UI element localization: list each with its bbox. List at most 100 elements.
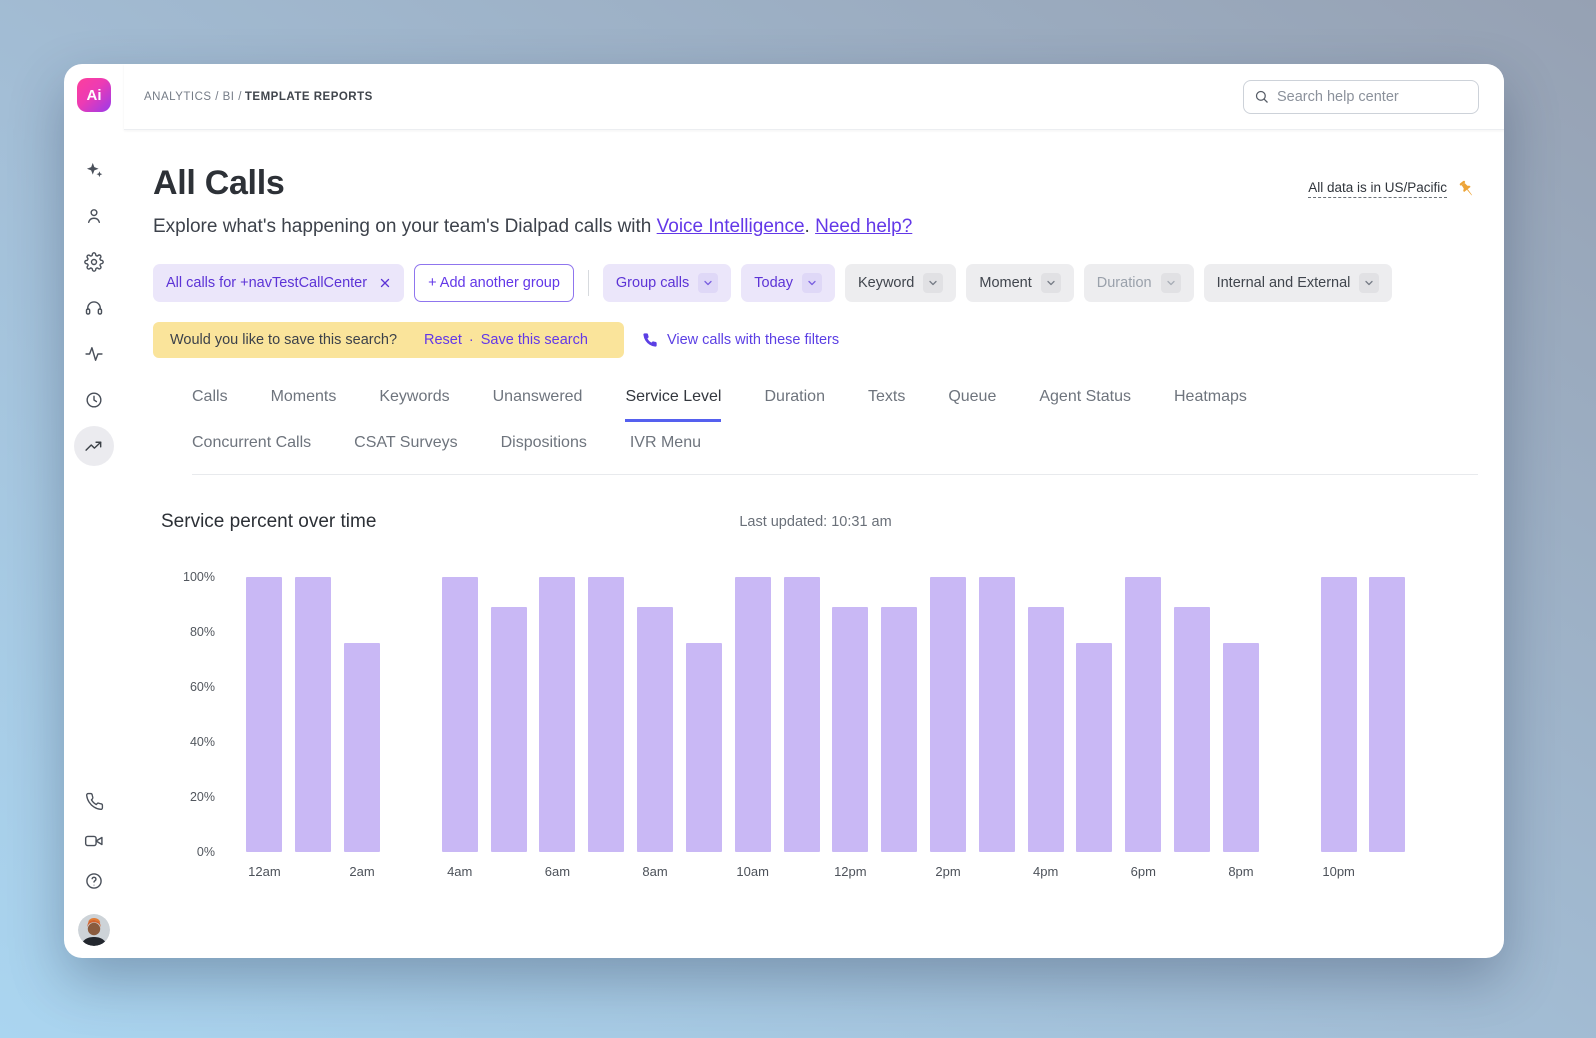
x-axis-label bbox=[875, 864, 924, 879]
chart-last-updated: Last updated: 10:31 am bbox=[739, 514, 891, 530]
bar-2am bbox=[344, 643, 380, 852]
sidebar-item-history[interactable] bbox=[74, 380, 114, 420]
tab-heatmaps[interactable]: Heatmaps bbox=[1174, 388, 1247, 422]
filter-dropdown-moment[interactable]: Moment bbox=[966, 264, 1073, 302]
links-separator: · bbox=[469, 332, 474, 348]
bar-7pm bbox=[1174, 607, 1210, 852]
x-axis-label: 6am bbox=[533, 864, 582, 879]
sidebar-item-meetings[interactable] bbox=[74, 822, 114, 860]
service-level-section: Service percent over time Last updated: … bbox=[153, 511, 1478, 879]
bar-slot bbox=[1168, 577, 1217, 852]
save-search-row: Would you like to save this search? Rese… bbox=[153, 322, 1478, 358]
save-search-banner: Would you like to save this search? Rese… bbox=[153, 322, 624, 358]
filter-dropdown-label: Today bbox=[754, 275, 793, 291]
sidebar-item-settings[interactable] bbox=[74, 242, 114, 282]
bar-slot bbox=[875, 577, 924, 852]
activity-icon bbox=[84, 344, 104, 364]
tab-ivr-menu[interactable]: IVR Menu bbox=[630, 434, 701, 458]
search-input[interactable] bbox=[1277, 89, 1468, 105]
sidebar-item-contacts[interactable] bbox=[74, 196, 114, 236]
x-axis-label: 2pm bbox=[924, 864, 973, 879]
report-tabs: Calls Moments Keywords Unanswered Service Le… bbox=[153, 388, 1478, 475]
sidebar-item-analytics[interactable] bbox=[74, 426, 114, 466]
voice-intelligence-link[interactable]: Voice Intelligence bbox=[657, 216, 805, 237]
filter-dropdown-duration[interactable]: Duration bbox=[1084, 264, 1194, 302]
save-prompt-text: Would you like to save this search? bbox=[170, 332, 397, 348]
bar-9am bbox=[686, 643, 722, 852]
tab-dispositions[interactable]: Dispositions bbox=[501, 434, 587, 458]
x-axis-label bbox=[1265, 864, 1314, 879]
top-bar: ANALYTICS / BI /TEMPLATE REPORTS bbox=[124, 64, 1504, 130]
bar-slot bbox=[631, 577, 680, 852]
help-search-box[interactable] bbox=[1243, 80, 1479, 114]
phone-icon bbox=[85, 792, 104, 811]
bar-8pm bbox=[1223, 643, 1259, 852]
save-search-link[interactable]: Save this search bbox=[481, 332, 588, 348]
tab-keywords[interactable]: Keywords bbox=[379, 388, 449, 422]
filter-dropdown-keyword[interactable]: Keyword bbox=[845, 264, 956, 302]
tab-unanswered[interactable]: Unanswered bbox=[493, 388, 583, 422]
tab-csat-surveys[interactable]: CSAT Surveys bbox=[354, 434, 457, 458]
selected-group-chip[interactable]: All calls for +navTestCallCenter bbox=[153, 264, 404, 302]
filter-dropdown-internal-and-external[interactable]: Internal and External bbox=[1204, 264, 1393, 302]
bar-slot bbox=[679, 577, 728, 852]
sidebar-item-call-center[interactable] bbox=[74, 288, 114, 328]
tab-agent-status[interactable]: Agent Status bbox=[1039, 388, 1131, 422]
search-icon bbox=[1254, 89, 1269, 104]
bar-slot bbox=[1314, 577, 1363, 852]
bar-slot bbox=[1070, 577, 1119, 852]
x-axis-label bbox=[777, 864, 826, 879]
service-percent-chart: 100%80%60%40%20%0% 12am2am4am6am8am10am1… bbox=[153, 577, 1478, 879]
sidebar-item-ai-assistant[interactable] bbox=[74, 150, 114, 190]
x-axis-label: 4am bbox=[435, 864, 484, 879]
timezone-text[interactable]: All data is in US/Pacific bbox=[1308, 180, 1447, 198]
filter-dropdown-label: Moment bbox=[979, 275, 1031, 291]
person-icon bbox=[84, 206, 104, 226]
y-axis-label: 60% bbox=[190, 680, 215, 694]
close-icon[interactable] bbox=[379, 277, 391, 289]
filter-bar: All calls for +navTestCallCenter + Add a… bbox=[153, 264, 1478, 302]
pin-icon[interactable] bbox=[1456, 178, 1478, 200]
bar-slot bbox=[826, 577, 875, 852]
app-window: Ai ANALYTICS / BI /TEMPLATE REPORTS bbox=[64, 64, 1504, 958]
filter-dropdown-today[interactable]: Today bbox=[741, 264, 835, 302]
page-subtitle: Explore what's happening on your team's … bbox=[153, 216, 1478, 238]
tab-duration[interactable]: Duration bbox=[764, 388, 824, 422]
bar-4pm bbox=[1028, 607, 1064, 852]
sidebar-item-help[interactable] bbox=[74, 862, 114, 900]
filter-dropdown-group-calls[interactable]: Group calls bbox=[603, 264, 731, 302]
tab-queue[interactable]: Queue bbox=[948, 388, 996, 422]
view-calls-link[interactable]: View calls with these filters bbox=[642, 332, 839, 348]
tab-calls[interactable]: Calls bbox=[192, 388, 228, 422]
bar-1am bbox=[295, 577, 331, 852]
y-axis-label: 40% bbox=[190, 735, 215, 749]
selected-group-label: All calls for +navTestCallCenter bbox=[166, 275, 367, 291]
x-axis-label bbox=[1070, 864, 1119, 879]
tab-moments[interactable]: Moments bbox=[271, 388, 337, 422]
bar-slot bbox=[728, 577, 777, 852]
video-icon bbox=[84, 831, 104, 851]
bar-slot bbox=[533, 577, 582, 852]
y-axis-label: 100% bbox=[183, 570, 215, 584]
chevron-down-icon bbox=[698, 273, 718, 293]
dialpad-ai-logo[interactable]: Ai bbox=[77, 78, 111, 112]
sidebar-item-activity[interactable] bbox=[74, 334, 114, 374]
filter-dropdown-label: Internal and External bbox=[1217, 275, 1351, 291]
page-content: All Calls All data is in US/Pacific Expl… bbox=[124, 130, 1504, 958]
tab-texts[interactable]: Texts bbox=[868, 388, 905, 422]
bar-12pm bbox=[832, 607, 868, 852]
tab-service-level[interactable]: Service Level bbox=[625, 388, 721, 422]
tab-concurrent-calls[interactable]: Concurrent Calls bbox=[192, 434, 311, 458]
bar-11am bbox=[784, 577, 820, 852]
add-group-button[interactable]: + Add another group bbox=[414, 264, 574, 302]
user-avatar[interactable] bbox=[78, 914, 110, 946]
sidebar-item-calls[interactable] bbox=[74, 782, 114, 820]
bar-5am bbox=[491, 607, 527, 852]
need-help-link[interactable]: Need help? bbox=[815, 216, 912, 237]
filter-dropdown-label: Duration bbox=[1097, 275, 1152, 291]
reset-link[interactable]: Reset bbox=[424, 332, 462, 348]
x-axis-label bbox=[582, 864, 631, 879]
breadcrumb: ANALYTICS / BI /TEMPLATE REPORTS bbox=[144, 91, 373, 103]
bar-slot bbox=[1021, 577, 1070, 852]
x-axis-label bbox=[386, 864, 435, 879]
